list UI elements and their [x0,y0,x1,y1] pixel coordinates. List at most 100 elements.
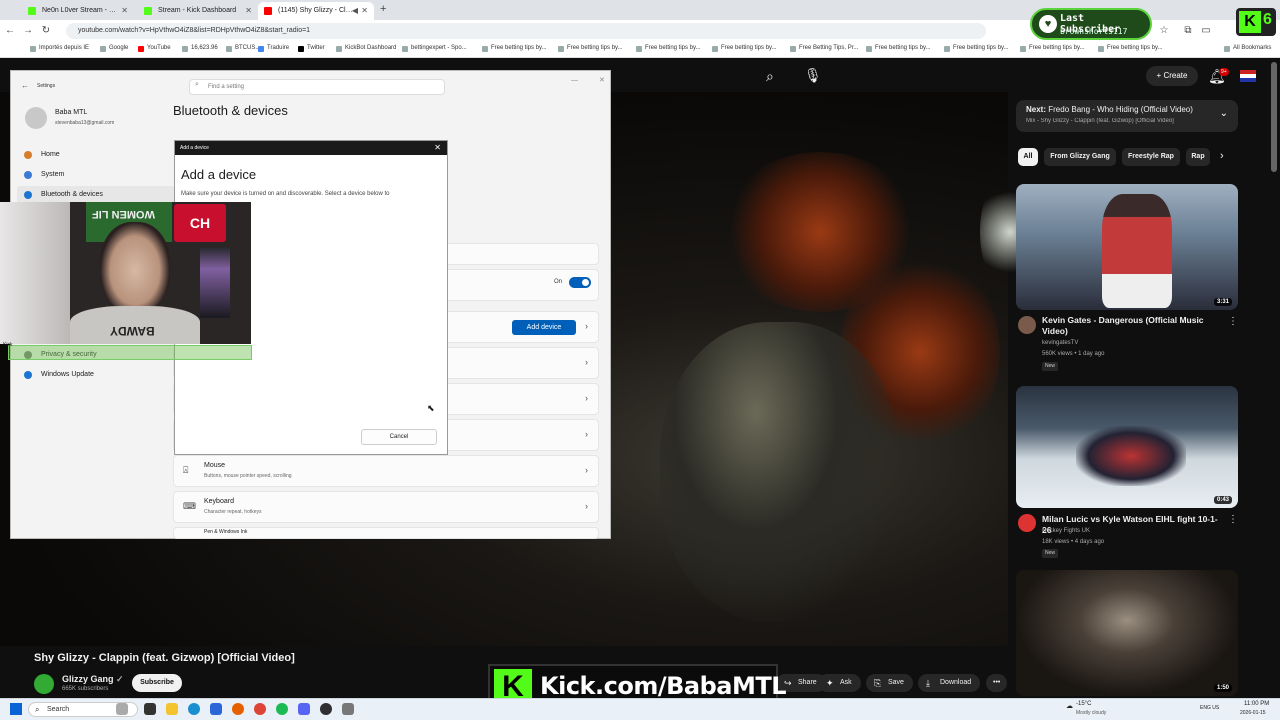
minimize-icon[interactable]: — [571,77,578,84]
keyboard-row[interactable]: ⌨ Keyboard Character repeat, hotkeys › [173,491,599,523]
bookmark-item[interactable]: BTCUS... [226,45,260,52]
kick-favicon-icon [144,7,152,15]
create-button[interactable]: + Create [1146,66,1198,86]
bookmark-item[interactable]: Free betting tips by... [944,45,1009,52]
bookmark-item[interactable]: Free Betting Tips, Pr... [790,45,858,52]
subscribe-button[interactable]: Subscribe [132,674,182,692]
chip-from-channel[interactable]: From Glizzy Gang [1044,148,1116,166]
close-tab-icon[interactable]: ✕ [245,2,252,20]
settings-icon[interactable] [342,703,354,715]
obs-icon[interactable] [320,703,332,715]
all-bookmarks[interactable]: All Bookmarks [1224,45,1271,52]
back-icon[interactable]: ← [21,81,29,90]
bookmark-item[interactable]: Importés depuis IE [30,45,89,52]
bookmark-item[interactable]: Free betting tips by... [866,45,931,52]
up-next-panel[interactable]: Next: Fredo Bang - Who Hiding (Official … [1016,100,1238,132]
search-icon[interactable]: ⌕ [766,68,774,85]
language-indicator[interactable]: ENG US [1200,705,1219,711]
more-actions-button[interactable]: ••• [986,674,1008,692]
back-icon[interactable]: ← [4,25,16,37]
add-device-button[interactable]: Add device [512,320,576,335]
new-tab-button[interactable]: + [380,3,386,15]
bookmark-item[interactable]: Free betting tips by... [636,45,701,52]
obs-source-highlight [8,345,252,360]
bookmark-item[interactable]: Traduire [258,45,289,52]
related-title[interactable]: Kevin Gates - Dangerous (Official Music … [1042,315,1218,337]
audio-playing-icon[interactable]: ◀︎ [352,2,358,20]
extensions-icon[interactable]: ⧉ [1182,25,1194,37]
pen-row[interactable]: Pen & Windows Ink [173,527,599,539]
chrome-icon[interactable] [254,703,266,715]
chip-all[interactable]: All [1018,148,1038,166]
row-title: Mouse [204,462,226,469]
bookmark-item[interactable]: Google [100,45,128,52]
firefox-icon[interactable] [232,703,244,715]
sidebar-item-home[interactable]: Home [17,146,175,164]
dialog-title: Add a device [181,167,257,182]
row-subtitle: Character repeat, hotkeys [204,509,262,515]
chip-freestyle-rap[interactable]: Freestyle Rap [1122,148,1180,166]
download-button[interactable]: ⤓ Download [918,674,981,692]
close-icon[interactable]: ✕ [599,76,605,84]
related-thumbnail[interactable]: 1:50 [1016,570,1238,696]
task-view-icon[interactable] [116,703,128,715]
discord-icon[interactable] [298,703,310,715]
avatar[interactable] [1240,70,1256,82]
bookmark-item[interactable]: Free betting tips by... [1020,45,1085,52]
up-next-mix: Mix - Shy Glizzy - Clappin (feat. Gizwop… [1026,118,1174,124]
related-thumbnail[interactable]: 0:43 [1016,386,1238,508]
forward-icon[interactable]: → [22,25,34,37]
browser-tab-kick-dashboard[interactable]: Stream - Kick Dashboard ✕ [138,2,258,20]
bookmark-item[interactable]: 16,623.96 [182,45,218,52]
chip-rap[interactable]: Rap [1186,148,1210,166]
toggle-state-label: On [554,279,563,285]
channel-avatar[interactable] [34,674,54,694]
related-thumbnail[interactable]: 3:31 [1016,184,1238,310]
close-tab-icon[interactable]: ✕ [121,2,128,20]
ask-button[interactable]: ✦ Ask [818,674,861,692]
close-icon[interactable]: ✕ [434,141,441,155]
related-channel[interactable]: Hockey Fights UK [1042,528,1090,534]
channel-name[interactable]: Glizzy Gang ✓ [62,674,124,685]
bookmark-item[interactable]: bettingexpert - Spo... [402,45,467,52]
bookmark-item[interactable]: Free betting tips by... [1098,45,1163,52]
clock-date[interactable]: 2026-01-15 [1240,710,1266,716]
close-tab-icon[interactable]: ✕ [361,2,368,20]
bookmark-item[interactable]: Free betting tips by... [482,45,547,52]
channel-avatar[interactable] [1018,316,1036,334]
settings-search-input[interactable]: Find a setting [189,79,445,95]
more-vert-icon[interactable]: ⋮ [1228,316,1238,327]
reload-icon[interactable]: ↻ [40,25,52,37]
spotify-icon[interactable] [276,703,288,715]
bookmark-item[interactable]: KickBot Dashboard [336,45,396,52]
cancel-button[interactable]: Cancel [361,429,437,445]
bookmark-star-icon[interactable]: ☆ [1158,25,1170,37]
chevron-down-icon[interactable]: ⌄ [1220,108,1228,119]
sidebar-item-windows-update[interactable]: Windows Update [17,366,175,384]
save-button[interactable]: ⎘ Save [866,674,913,692]
sidebar-icon[interactable]: ▭ [1200,25,1212,37]
browser-tab-kick-stream[interactable]: Ne0n L0ver Stream - Watch Live ✕ [22,2,134,20]
file-explorer-icon[interactable] [166,703,178,715]
browser-tab-youtube[interactable]: (1145) Shy Glizzy - Clappin ◀︎ ✕ [258,2,374,20]
page-scrollbar[interactable] [1271,62,1277,172]
bookmark-item[interactable]: Free betting tips by... [712,45,777,52]
url-field[interactable]: youtube.com/watch?v=HpVthwO4iZ8&list=RDH… [66,23,986,39]
clock-time[interactable]: 11:00 PM [1244,701,1269,707]
edge-icon[interactable] [188,703,200,715]
channel-avatar[interactable] [1018,514,1036,532]
duration-badge: 3:31 [1213,298,1232,306]
related-channel[interactable]: kevingatesTV [1042,340,1078,346]
bookmark-item[interactable]: YouTube [138,45,171,52]
app-icon[interactable] [144,703,156,715]
bluetooth-toggle[interactable] [569,277,591,288]
windows-start-icon[interactable] [10,703,22,715]
chevron-right-icon[interactable]: › [1220,150,1224,162]
microphone-icon[interactable]: 🎙︎ [804,67,822,84]
bookmark-item[interactable]: Twitter [298,45,325,52]
sidebar-item-system[interactable]: System [17,166,175,184]
mouse-row[interactable]: ⍓ Mouse Buttons, mouse pointer speed, sc… [173,455,599,487]
store-icon[interactable] [210,703,222,715]
more-vert-icon[interactable]: ⋮ [1228,514,1238,525]
bookmark-item[interactable]: Free betting tips by... [558,45,623,52]
